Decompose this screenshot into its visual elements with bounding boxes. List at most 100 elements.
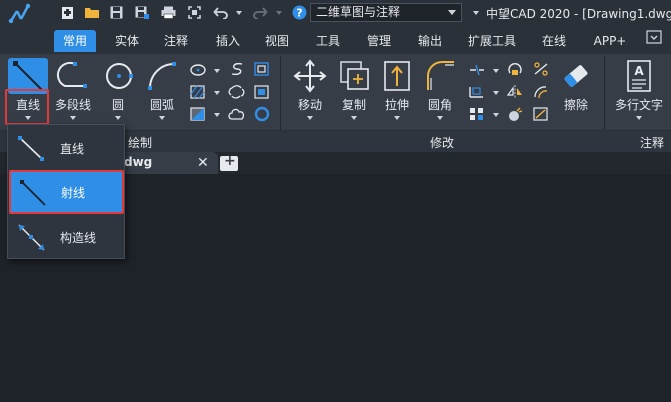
- fullscreen-icon[interactable]: [187, 4, 201, 21]
- chevron-down-icon: [159, 116, 165, 120]
- hatch-dropdown-icon[interactable]: [214, 91, 220, 95]
- fillet-tool-label: 圆角: [427, 98, 452, 112]
- draw-group-label: 绘制: [128, 136, 153, 150]
- tab-output[interactable]: 输出: [409, 30, 451, 52]
- copy-tool-label: 复制: [341, 98, 366, 112]
- tab-extensions[interactable]: 扩展工具: [462, 30, 522, 52]
- fillet-icon: [427, 61, 454, 90]
- line-dropdown-menu: 直线 射线 构造线: [7, 124, 125, 259]
- hatch-icon[interactable]: [189, 84, 207, 100]
- new-tab-button[interactable]: [220, 153, 238, 171]
- extend-icon[interactable]: [468, 84, 486, 100]
- chevron-down-icon: [115, 116, 121, 120]
- polyline-tool-label: 多段线: [54, 98, 91, 112]
- extend-dropdown-icon[interactable]: [493, 91, 499, 95]
- svg-text:A: A: [634, 64, 644, 78]
- tab-annotate[interactable]: 注释: [155, 30, 197, 52]
- tab-view[interactable]: 视图: [256, 30, 298, 52]
- array-dropdown-icon[interactable]: [493, 113, 499, 117]
- menu-item-xline[interactable]: 构造线: [10, 217, 122, 257]
- gradient-dropdown-icon[interactable]: [214, 113, 220, 117]
- fillet-tool-button[interactable]: 圆角: [420, 58, 460, 124]
- chevron-down-icon: [636, 116, 642, 120]
- mtext-tool-button[interactable]: A 多行文字: [610, 58, 668, 124]
- cloud-icon[interactable]: [228, 106, 246, 122]
- scale-icon[interactable]: [532, 61, 550, 77]
- modify-group-label: 修改: [430, 136, 455, 150]
- menu-item-label: 构造线: [60, 231, 97, 245]
- menu-item-ray[interactable]: 射线: [9, 170, 124, 214]
- workspace-select-value: 二维草图与注释: [316, 5, 401, 19]
- redo-dropdown-icon[interactable]: [276, 11, 282, 15]
- arc-icon: [148, 62, 176, 90]
- stretch-tool-label: 拉伸: [384, 98, 409, 112]
- spline-icon[interactable]: [228, 61, 246, 77]
- qat-customize-icon[interactable]: [473, 11, 479, 15]
- erase-tool-label: 擦除: [563, 98, 588, 112]
- copy-icon: [340, 61, 369, 90]
- boundary-icon[interactable]: [253, 84, 271, 100]
- trim-icon[interactable]: [468, 62, 486, 78]
- offset-icon[interactable]: [532, 84, 550, 100]
- rectangle-icon[interactable]: [253, 61, 271, 77]
- help-icon[interactable]: ?: [291, 4, 307, 21]
- undo-dropdown-icon[interactable]: [236, 11, 242, 15]
- erase-tool-button[interactable]: 擦除: [556, 58, 596, 124]
- explode-icon[interactable]: [506, 106, 524, 122]
- window-title: 中望CAD 2020 - [Drawing1.dwg]: [486, 7, 671, 21]
- donut-icon[interactable]: [253, 106, 271, 122]
- ellipse-dropdown-icon[interactable]: [214, 69, 220, 73]
- new-file-icon[interactable]: [60, 4, 74, 21]
- revcloud-icon[interactable]: [228, 84, 246, 100]
- tab-solid[interactable]: 实体: [106, 30, 148, 52]
- close-icon[interactable]: ✕: [197, 155, 209, 171]
- arc-tool-label: 圆弧: [149, 98, 174, 112]
- join-icon[interactable]: [532, 106, 550, 122]
- mtext-tool-label: 多行文字: [614, 98, 663, 112]
- rotate-icon[interactable]: [506, 61, 524, 77]
- tab-manage[interactable]: 管理: [358, 30, 400, 52]
- stretch-icon: [384, 61, 410, 91]
- title-bar: ? 二维草图与注释 中望CAD 2020 - [Drawing1.dwg]: [0, 0, 671, 26]
- chevron-down-icon: [307, 116, 313, 120]
- menu-item-label: 射线: [61, 186, 86, 200]
- save-as-icon[interactable]: [134, 4, 150, 21]
- tab-home[interactable]: 常用: [54, 30, 96, 52]
- line-icon: [18, 136, 44, 161]
- arc-tool-button[interactable]: 圆弧: [141, 58, 183, 124]
- redo-icon[interactable]: [252, 4, 268, 21]
- tab-app-plus[interactable]: APP+: [586, 30, 634, 52]
- gradient-icon[interactable]: [189, 106, 207, 122]
- trim-dropdown-icon[interactable]: [493, 69, 499, 73]
- tab-tools[interactable]: 工具: [307, 30, 349, 52]
- svg-text:?: ?: [296, 7, 302, 20]
- circle-tool-label: 圆: [111, 98, 124, 112]
- circle-icon: [106, 63, 133, 89]
- save-icon[interactable]: [109, 4, 123, 21]
- mtext-icon: A: [627, 60, 651, 92]
- ellipse-icon[interactable]: [189, 62, 207, 78]
- copy-tool-button[interactable]: 复制: [334, 58, 374, 124]
- open-folder-icon[interactable]: [84, 4, 100, 21]
- print-icon[interactable]: [160, 4, 176, 21]
- chevron-down-icon: [70, 116, 76, 120]
- polyline-tool-button[interactable]: 多段线: [52, 58, 94, 124]
- move-tool-button[interactable]: 移动: [288, 58, 332, 124]
- stretch-tool-button[interactable]: 拉伸: [377, 58, 417, 124]
- app-logo-icon: [8, 3, 31, 24]
- tab-insert[interactable]: 插入: [207, 30, 249, 52]
- mirror-icon[interactable]: [506, 84, 524, 100]
- annotate-group-label: 注释: [640, 136, 665, 150]
- circle-tool-button[interactable]: 圆: [98, 58, 138, 124]
- workspace-select[interactable]: 二维草图与注释: [310, 3, 462, 22]
- construction-line-icon: [18, 224, 45, 251]
- document-tab[interactable]: dwg ✕: [120, 152, 218, 174]
- ribbon-toggle-icon[interactable]: [646, 29, 662, 45]
- undo-icon[interactable]: [212, 4, 228, 21]
- tab-online[interactable]: 在线: [533, 30, 575, 52]
- line-tool-highlight: [5, 89, 49, 125]
- menu-item-label: 直线: [60, 142, 85, 156]
- chevron-down-icon: [437, 116, 443, 120]
- menu-item-line[interactable]: 直线: [10, 128, 122, 168]
- array-icon[interactable]: [468, 106, 486, 122]
